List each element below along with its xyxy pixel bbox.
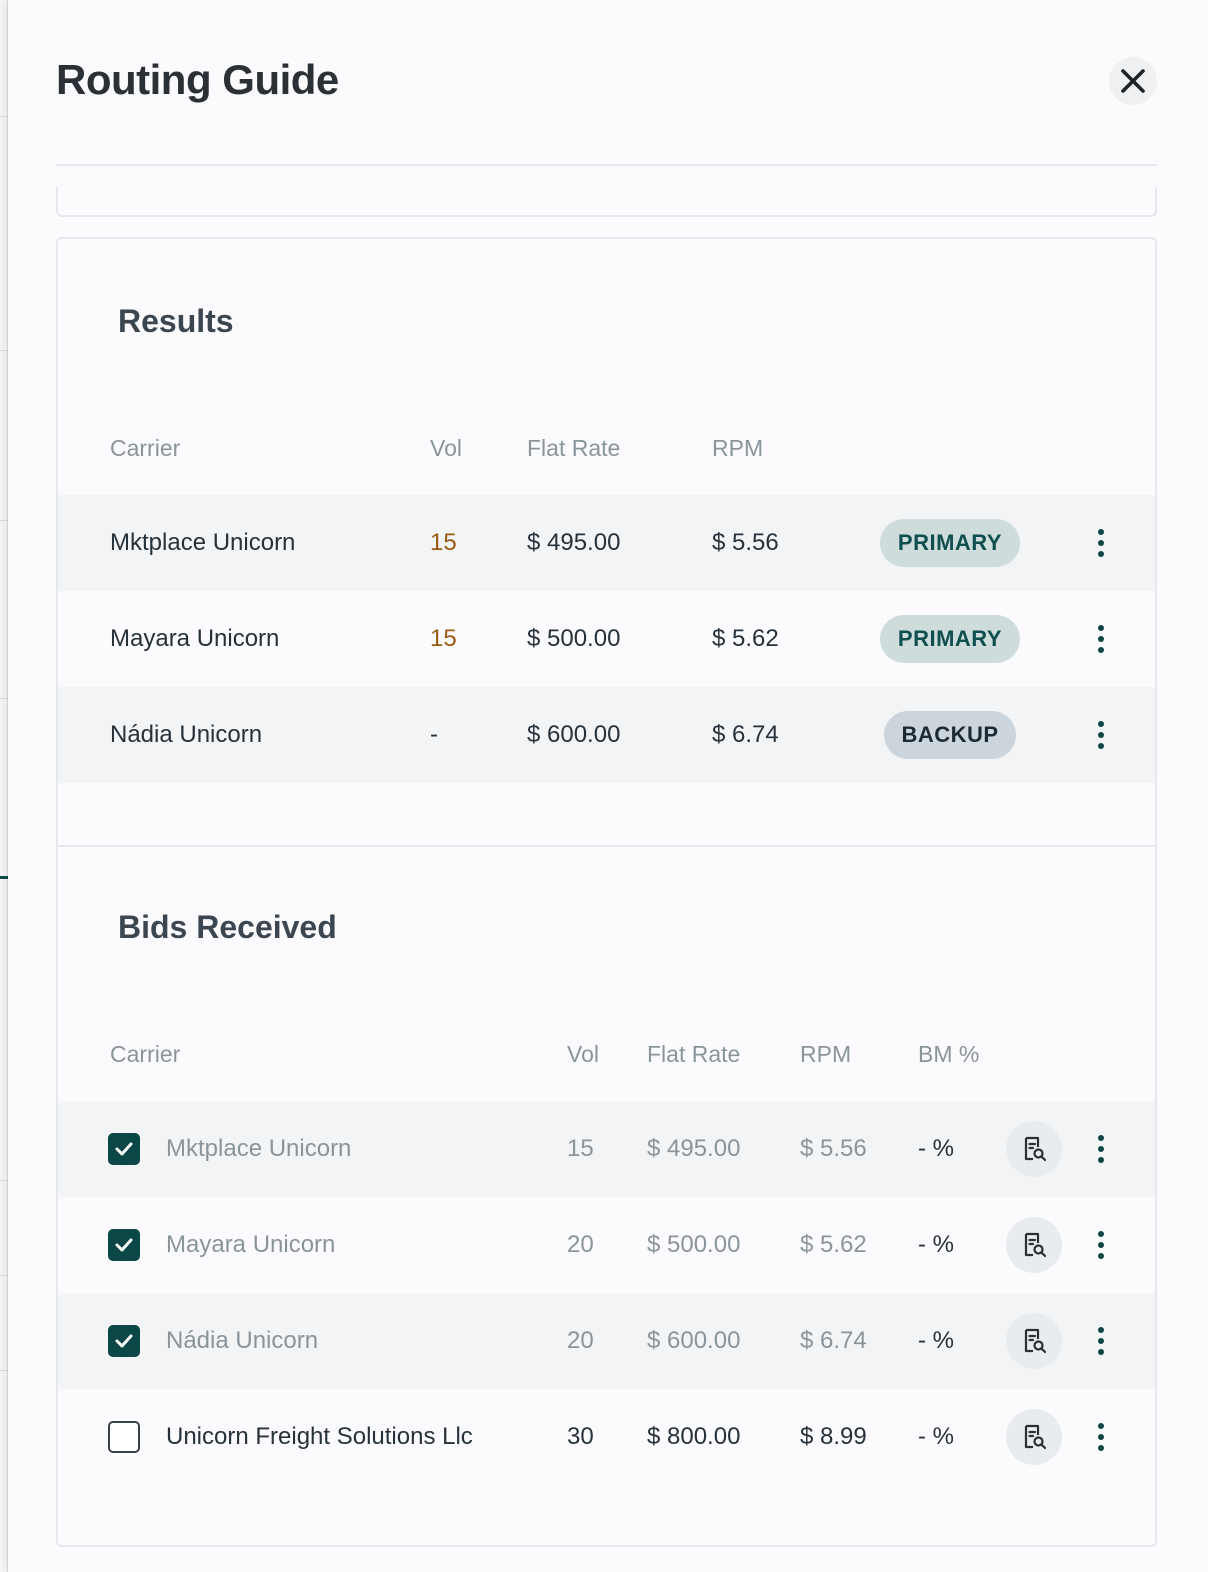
- results-vol: 15: [430, 625, 457, 652]
- row-menu-button[interactable]: [1089, 717, 1113, 753]
- bid-bm-percent: - %: [918, 1327, 954, 1354]
- drawer-header: Routing Guide: [56, 0, 1157, 166]
- background-divider: [0, 1180, 8, 1181]
- bid-checkbox[interactable]: [108, 1325, 140, 1357]
- background-divider: [0, 698, 8, 699]
- document-search-icon: [1024, 1136, 1047, 1162]
- view-bid-button[interactable]: [1006, 1121, 1062, 1177]
- row-menu-button[interactable]: [1089, 1131, 1113, 1167]
- section-divider: [58, 845, 1155, 847]
- bids-header-carrier: Carrier: [110, 1041, 181, 1067]
- bid-row: Mayara Unicorn 20 $ 500.00 $ 5.62 - %: [58, 1197, 1155, 1293]
- results-flat-rate: $ 600.00: [527, 721, 621, 748]
- bid-carrier: Nádia Unicorn: [166, 1327, 319, 1354]
- results-rpm: $ 5.62: [712, 625, 779, 652]
- results-vol: 15: [430, 529, 457, 556]
- results-vol: -: [430, 721, 438, 748]
- document-search-icon: [1024, 1232, 1047, 1258]
- bid-flat-rate: $ 500.00: [647, 1231, 741, 1258]
- results-header-carrier: Carrier: [110, 435, 181, 461]
- bid-bm-percent: - %: [918, 1135, 954, 1162]
- document-search-icon: [1024, 1424, 1047, 1450]
- bid-row: Unicorn Freight Solutions Llc 30 $ 800.0…: [58, 1389, 1155, 1485]
- status-badge: PRIMARY: [880, 615, 1020, 663]
- background-tab-indicator: [0, 876, 8, 879]
- check-icon: [115, 1238, 133, 1252]
- bid-bm-percent: - %: [918, 1423, 954, 1450]
- bid-row: Mktplace Unicorn 15 $ 495.00 $ 5.56 - %: [58, 1101, 1155, 1197]
- close-icon: [1121, 69, 1145, 93]
- results-carrier: Mktplace Unicorn: [110, 529, 296, 556]
- background-page: [0, 0, 8, 1572]
- results-carrier: Nádia Unicorn: [110, 721, 263, 748]
- bid-flat-rate: $ 800.00: [647, 1423, 741, 1450]
- results-flat-rate: $ 495.00: [527, 529, 621, 556]
- bid-vol: 15: [567, 1135, 594, 1162]
- row-menu-button[interactable]: [1089, 525, 1113, 561]
- results-header-flat-rate: Flat Rate: [527, 435, 621, 461]
- background-divider: [0, 116, 8, 117]
- bid-carrier: Mayara Unicorn: [166, 1231, 336, 1258]
- background-divider: [0, 1275, 8, 1276]
- routing-guide-drawer: Routing Guide Results Carrier Vol Flat R…: [8, 0, 1208, 1572]
- bid-row: Nádia Unicorn 20 $ 600.00 $ 6.74 - %: [58, 1293, 1155, 1389]
- row-menu-button[interactable]: [1089, 1323, 1113, 1359]
- bids-header-bm: BM %: [918, 1041, 980, 1067]
- results-header-vol: Vol: [430, 435, 462, 461]
- background-divider: [0, 350, 8, 351]
- bid-flat-rate: $ 600.00: [647, 1327, 741, 1354]
- bid-checkbox[interactable]: [108, 1133, 140, 1165]
- results-rpm: $ 6.74: [712, 721, 779, 748]
- background-divider: [0, 520, 8, 521]
- bids-title: Bids Received: [118, 909, 337, 945]
- bid-carrier: Unicorn Freight Solutions Llc: [166, 1423, 473, 1450]
- results-header-rpm: RPM: [712, 435, 764, 461]
- bid-vol: 20: [567, 1327, 594, 1354]
- page-title: Routing Guide: [56, 56, 339, 103]
- results-title: Results: [118, 303, 234, 339]
- status-badge: BACKUP: [884, 711, 1016, 759]
- view-bid-button[interactable]: [1006, 1217, 1062, 1273]
- bids-header-rpm: RPM: [800, 1041, 852, 1067]
- bid-rpm: $ 5.56: [800, 1135, 867, 1162]
- results-rpm: $ 5.56: [712, 529, 779, 556]
- bids-header-vol: Vol: [567, 1041, 599, 1067]
- bids-header-flat-rate: Flat Rate: [647, 1041, 741, 1067]
- bid-vol: 30: [567, 1423, 594, 1450]
- routing-card: Results Carrier Vol Flat Rate RPM Mktpla…: [56, 237, 1157, 1547]
- bid-rpm: $ 8.99: [800, 1423, 867, 1450]
- close-button[interactable]: [1109, 57, 1157, 105]
- bid-bm-percent: - %: [918, 1231, 954, 1258]
- row-menu-button[interactable]: [1089, 621, 1113, 657]
- view-bid-button[interactable]: [1006, 1313, 1062, 1369]
- status-badge: PRIMARY: [880, 519, 1020, 567]
- view-bid-button[interactable]: [1006, 1409, 1062, 1465]
- bid-rpm: $ 6.74: [800, 1327, 867, 1354]
- bid-rpm: $ 5.62: [800, 1231, 867, 1258]
- check-icon: [115, 1334, 133, 1348]
- results-carrier: Mayara Unicorn: [110, 625, 280, 652]
- bid-vol: 20: [567, 1231, 594, 1258]
- bid-flat-rate: $ 495.00: [647, 1135, 741, 1162]
- results-row: Nádia Unicorn - $ 600.00 $ 6.74 BACKUP: [58, 687, 1155, 783]
- check-icon: [115, 1142, 133, 1156]
- bid-checkbox[interactable]: [108, 1421, 140, 1453]
- bid-checkbox[interactable]: [108, 1229, 140, 1261]
- row-menu-button[interactable]: [1089, 1419, 1113, 1455]
- bid-carrier: Mktplace Unicorn: [166, 1135, 352, 1162]
- results-row: Mktplace Unicorn 15 $ 495.00 $ 5.56 PRIM…: [58, 495, 1155, 591]
- document-search-icon: [1024, 1328, 1047, 1354]
- background-divider: [0, 1370, 8, 1371]
- collapsed-card: [56, 187, 1157, 217]
- row-menu-button[interactable]: [1089, 1227, 1113, 1263]
- results-row: Mayara Unicorn 15 $ 500.00 $ 5.62 PRIMAR…: [58, 591, 1155, 687]
- results-flat-rate: $ 500.00: [527, 625, 621, 652]
